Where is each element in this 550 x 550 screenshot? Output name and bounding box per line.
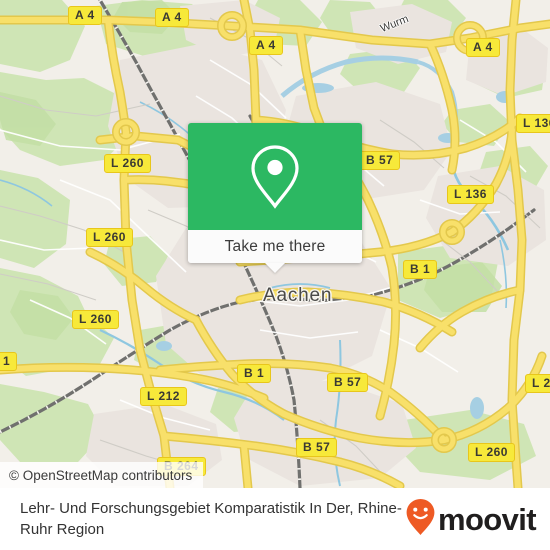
moovit-wordmark: moovit xyxy=(437,501,537,537)
moovit-logo[interactable]: moovit xyxy=(405,498,537,541)
road-shield: A 4 xyxy=(155,8,189,27)
take-me-there-label: Take me there xyxy=(224,237,326,255)
popup-card-header xyxy=(188,123,362,230)
osm-attribution[interactable]: © OpenStreetMap contributors xyxy=(0,462,204,488)
footer-bar: Lehr- Und Forschungsgebiet Komparatistik… xyxy=(0,488,550,550)
moovit-pin-smile-icon xyxy=(405,498,436,541)
road-shield: B 1 xyxy=(403,260,438,279)
road-shield: A 4 xyxy=(466,38,500,57)
map-pin-icon xyxy=(247,143,303,211)
road-shield: B 57 xyxy=(296,438,338,457)
popup-card-footer[interactable]: Take me there xyxy=(188,230,362,273)
road-shield: L 260 xyxy=(104,154,151,173)
road-shield: L 2 xyxy=(525,374,550,393)
road-shield: L 260 xyxy=(72,310,119,329)
road-shield: L 260 xyxy=(86,228,133,247)
road-shield: 1 xyxy=(0,352,18,371)
road-shield: L 212 xyxy=(140,387,187,406)
road-shield: L 136 xyxy=(516,114,550,133)
road-shield: L 260 xyxy=(468,443,515,462)
map-canvas[interactable]: Wurm Aachen A 4A 4A 4A 4L 136L 136B 57L … xyxy=(0,0,550,488)
road-shield: A 4 xyxy=(68,6,102,25)
location-title: Lehr- Und Forschungsgebiet Komparatistik… xyxy=(20,500,402,538)
map-screenshot-page: Wurm Aachen A 4A 4A 4A 4L 136L 136B 57L … xyxy=(0,0,550,550)
road-shield: B 57 xyxy=(359,151,401,170)
road-shield: L 136 xyxy=(447,185,494,204)
road-shield: B 1 xyxy=(237,364,272,383)
place-label-aachen: Aachen xyxy=(263,285,333,306)
road-shield: A 4 xyxy=(249,36,283,55)
location-popup-card[interactable]: Take me there xyxy=(188,123,362,273)
popup-card-tail xyxy=(265,263,285,273)
road-shield: B 57 xyxy=(327,373,369,392)
